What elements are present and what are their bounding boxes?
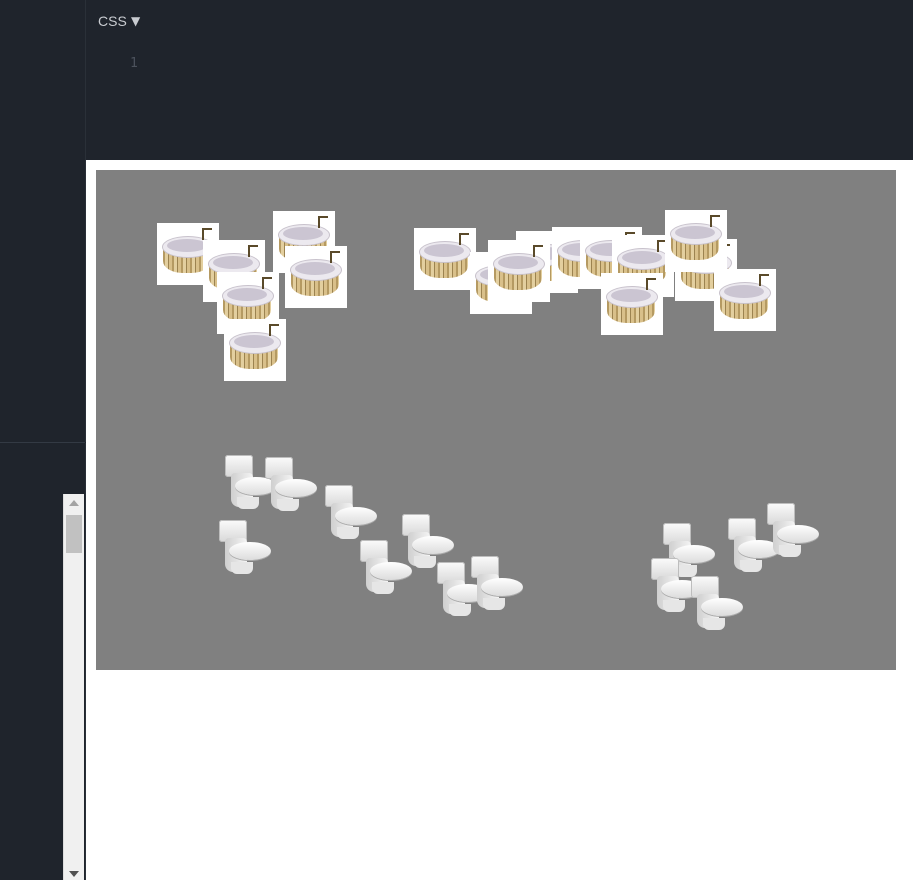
toilet-image: [217, 520, 275, 580]
toilet-image: [689, 576, 747, 636]
left-panel-top: [0, 0, 86, 442]
toilet-image: [323, 485, 381, 545]
scroll-down-arrow-icon[interactable]: [69, 871, 79, 877]
preview-panel: [86, 160, 913, 880]
scroll-thumb[interactable]: [66, 515, 82, 553]
dropdown-caret-icon[interactable]: ▼: [131, 14, 140, 28]
bathtub-image: [714, 269, 776, 331]
css-editor-panel[interactable]: CSS ▼ 1: [86, 0, 913, 160]
toilet-image: [358, 540, 416, 600]
bathtub-image: [488, 240, 550, 302]
line-number: 1: [130, 56, 138, 71]
toilet-image: [263, 457, 321, 517]
css-panel-title[interactable]: CSS: [98, 13, 127, 29]
toilet-image: [469, 556, 527, 616]
toilet-image: [765, 503, 823, 563]
bathtub-image: [224, 319, 286, 381]
bathtub-image: [285, 246, 347, 308]
preview-stage: [96, 170, 896, 670]
bathtub-image: [601, 273, 663, 335]
bathtub-image: [414, 228, 476, 290]
scroll-up-arrow-icon[interactable]: [69, 500, 79, 506]
vertical-scrollbar[interactable]: [63, 494, 84, 880]
bathtub-image: [665, 210, 727, 272]
